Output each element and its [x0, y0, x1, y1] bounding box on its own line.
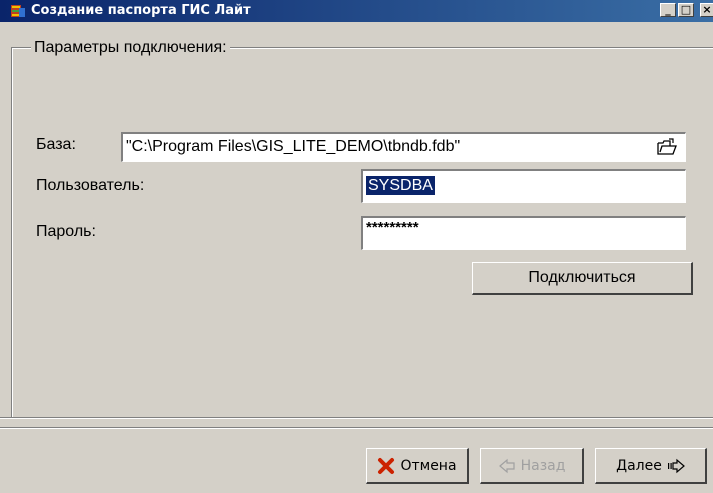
connect-button[interactable]: Подключиться — [472, 262, 693, 295]
minimize-button[interactable]: _ — [660, 3, 676, 17]
password-field[interactable]: ********* — [361, 216, 686, 250]
divider — [0, 427, 713, 429]
database-icon — [11, 5, 25, 17]
maximize-button[interactable]: □ — [678, 3, 694, 17]
cancel-button[interactable]: Отмена — [366, 448, 469, 484]
cancel-label: Отмена — [400, 458, 457, 474]
base-path-field[interactable]: "C:\Program Files\GIS_LITE_DEMO\tbndb.fd… — [121, 132, 686, 162]
window-title: Создание паспорта ГИС Лайт — [31, 3, 251, 18]
back-button[interactable]: Назад — [480, 448, 584, 484]
next-label: Далее — [616, 458, 662, 474]
user-value: SYSDBA — [366, 176, 435, 195]
base-path-value: "C:\Program Files\GIS_LITE_DEMO\tbndb.fd… — [126, 138, 461, 155]
arrow-right-icon — [667, 458, 685, 474]
group-title: Параметры подключения: — [31, 39, 230, 57]
base-label: База: — [36, 136, 76, 153]
user-label: Пользователь: — [36, 177, 145, 194]
password-value: ********* — [366, 219, 419, 236]
next-button[interactable]: Далее — [595, 448, 707, 484]
red-x-icon — [378, 458, 395, 474]
close-button[interactable]: × — [700, 3, 713, 17]
open-folder-icon[interactable] — [657, 138, 677, 156]
divider — [0, 417, 713, 419]
arrow-left-icon — [498, 458, 515, 474]
title-bar[interactable]: Создание паспорта ГИС Лайт _ □ × — [0, 0, 713, 22]
back-label: Назад — [520, 458, 566, 474]
password-label: Пароль: — [36, 223, 96, 240]
user-field[interactable]: SYSDBA — [361, 169, 686, 203]
